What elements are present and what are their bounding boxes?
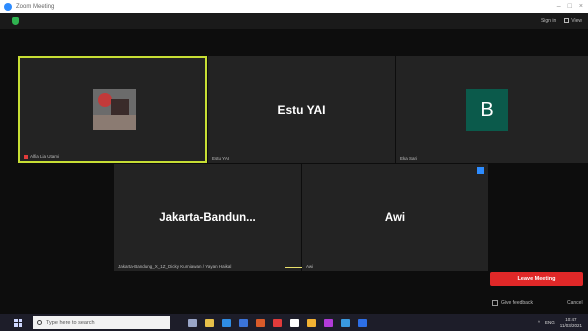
app-icon[interactable] (324, 318, 333, 327)
view-label: View (571, 18, 582, 24)
maximize-icon[interactable]: □ (568, 3, 572, 10)
feedback-checkbox[interactable] (492, 300, 498, 306)
view-button[interactable]: View (564, 18, 582, 24)
participant-name: Alfia Lia Utami (30, 154, 60, 159)
participant-tile-jakarta-bandung[interactable]: Jakarta-Bandun... Jakarta-Bandung_X_1Z_D… (114, 164, 355, 271)
taskbar-apps (188, 318, 367, 327)
task-view-icon[interactable] (188, 318, 197, 327)
signin-button[interactable]: Sign in (541, 18, 556, 24)
title-bar: Zoom Meeting – □ × (0, 0, 588, 13)
close-icon[interactable]: × (579, 3, 583, 10)
participant-name: Eka Sari (400, 156, 418, 161)
notification-chevron-icon[interactable]: ^ (538, 320, 540, 325)
mail-icon[interactable] (256, 318, 265, 327)
meeting-topbar: Sign in View (0, 13, 588, 29)
participant-display-name: Jakarta-Bandun... (159, 211, 256, 224)
zoom-app-icon (4, 2, 12, 11)
windows-taskbar: Type here to search ^ ENG 10:47 11/03/20… (0, 314, 588, 331)
window-controls: – □ × (557, 3, 583, 10)
clock-date: 11/03/2021 (559, 322, 582, 328)
leave-meeting-button[interactable]: Leave Meeting (490, 272, 583, 286)
store-icon[interactable] (239, 318, 248, 327)
feedback-option[interactable]: Give feedback (492, 300, 533, 306)
participant-display-name: Estu YAI (277, 102, 326, 117)
participant-tile-alfia[interactable]: Alfia Lia Utami (18, 56, 207, 163)
system-tray: ^ ENG 10:47 11/03/2021 (538, 317, 582, 328)
clock[interactable]: 10:47 11/03/2021 (560, 317, 582, 328)
app-icon[interactable] (341, 318, 350, 327)
minimize-icon[interactable]: – (557, 3, 561, 10)
avatar: B (466, 89, 508, 131)
chrome-icon[interactable] (307, 318, 316, 327)
windows-start-icon[interactable] (14, 318, 22, 327)
window-title: Zoom Meeting (16, 3, 55, 10)
participant-name: Jakarta-Bandung_X_1Z_Dicky Kurniawan / Y… (118, 264, 232, 269)
participant-display-name: Awi (384, 211, 406, 224)
app-icon[interactable] (290, 318, 299, 327)
participant-video (93, 89, 136, 130)
edge-icon[interactable] (222, 318, 231, 327)
zoom-taskbar-icon[interactable] (358, 318, 367, 327)
cancel-button[interactable]: Cancel (567, 300, 583, 306)
app-icon[interactable] (273, 318, 282, 327)
feedback-label: Give feedback (501, 300, 533, 306)
shield-icon[interactable] (12, 17, 19, 25)
file-explorer-icon[interactable] (205, 318, 214, 327)
pin-icon[interactable] (477, 167, 484, 174)
participant-name: Estu YAI (212, 156, 230, 161)
participant-tile-awi[interactable]: Awi Awi (302, 164, 488, 271)
participant-name: Awi (306, 264, 314, 269)
grid-icon (564, 18, 570, 24)
search-icon (37, 320, 42, 325)
taskbar-search-input[interactable]: Type here to search (33, 316, 170, 329)
mic-muted-icon (24, 154, 28, 159)
participant-tile-estu[interactable]: Estu YAI Estu YAI (208, 56, 395, 163)
language-indicator[interactable]: ENG (545, 320, 555, 325)
search-placeholder: Type here to search (46, 319, 95, 326)
